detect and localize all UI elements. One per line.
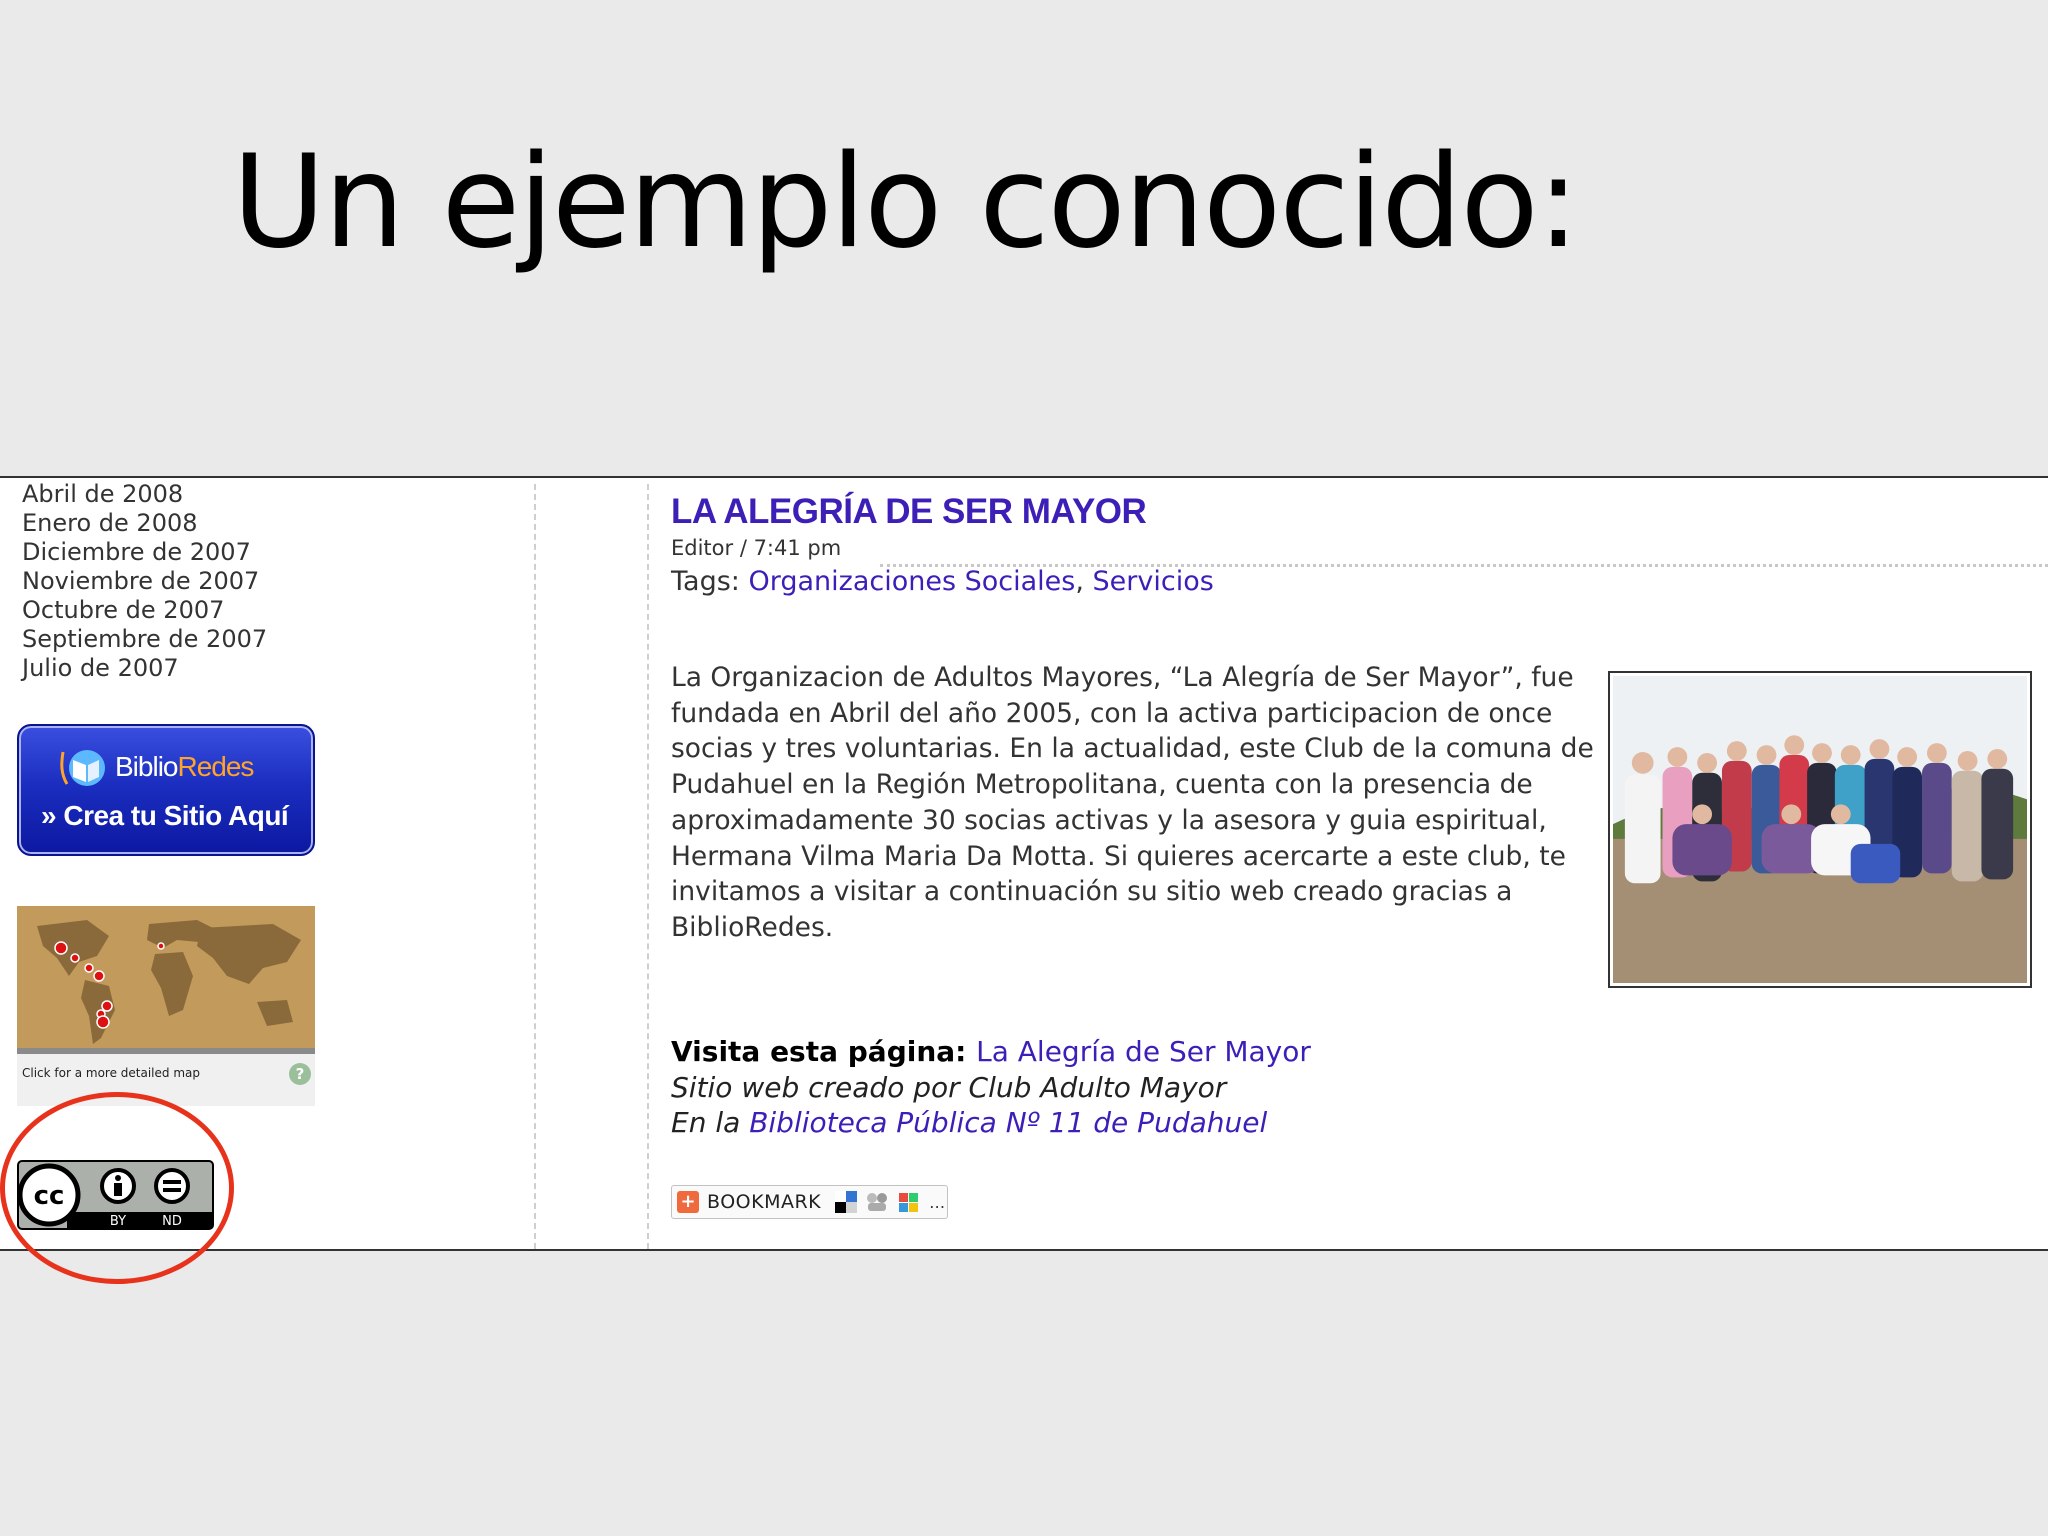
website-screenshot: Abril de 2008 Enero de 2008 Diciembre de… [0,476,2048,1251]
archive-link[interactable]: Abril de 2008 [22,480,267,509]
highlight-circle-annotation [0,1092,234,1284]
visitor-map-widget[interactable]: Click for a more detailed map ? [17,906,315,1106]
library-line: En la Biblioteca Pública Nº 11 de Pudahu… [671,1105,1311,1141]
bookmark-label: BOOKMARK [707,1191,822,1213]
biblioredes-banner[interactable]: BiblioRedes » Crea tu Sitio Aquí [17,724,315,856]
archive-list: Abril de 2008 Enero de 2008 Diciembre de… [22,480,267,683]
archive-link[interactable]: Diciembre de 2007 [22,538,267,567]
help-icon[interactable]: ? [289,1063,311,1085]
biblioredes-name: BiblioRedes [115,751,254,782]
tags-label: Tags: [671,566,749,597]
create-site-link: » Crea tu Sitio Aquí [41,800,289,831]
post-body: La Organizacion de Adultos Mayores, “La … [671,662,1594,943]
archive-link[interactable]: Octubre de 2007 [22,596,267,625]
archive-link[interactable]: Enero de 2008 [22,509,267,538]
group-photo-image [1613,676,2027,983]
visit-line: Visita esta página: La Alegría de Ser Ma… [671,1034,1311,1070]
visit-block: Visita esta página: La Alegría de Ser Ma… [671,1034,1311,1141]
created-by-line: Sitio web creado por Club Adulto Mayor [671,1070,1227,1104]
social-icons: … [835,1191,945,1213]
library-link[interactable]: Biblioteca Pública Nº 11 de Pudahuel [749,1106,1267,1139]
tag-link[interactable]: Servicios [1093,566,1214,597]
visit-site-link[interactable]: La Alegría de Ser Mayor [976,1035,1311,1068]
more-ellipsis: … [929,1192,946,1212]
archive-link[interactable]: Noviembre de 2007 [22,567,267,596]
column-divider [534,484,536,1249]
library-prefix: En la [671,1106,750,1139]
visit-label: Visita esta página: [671,1035,977,1068]
windows-live-icon [899,1193,919,1212]
book-icon [60,750,105,786]
post-meta: Editor / 7:41 pm [671,536,842,560]
archive-link[interactable]: Septiembre de 2007 [22,625,267,654]
biblioredes-logo: BiblioRedes [59,744,254,790]
map-caption: Click for a more detailed map [22,1066,200,1080]
delicious-icon [835,1191,858,1213]
bookmark-button[interactable]: + BOOKMARK … [671,1185,948,1219]
group-photo [1608,671,2032,988]
post-title[interactable]: LA ALEGRÍA DE SER MAYOR [671,492,1147,532]
tags-separator: , [1075,566,1093,597]
post-tags: Tags: Organizaciones Sociales, Servicios [671,566,1214,597]
column-divider [647,484,649,1249]
world-map-image [17,906,315,1054]
digg-icon [867,1193,888,1211]
tag-link[interactable]: Organizaciones Sociales [748,566,1075,597]
plus-icon: + [677,1191,699,1213]
archive-link[interactable]: Julio de 2007 [22,654,267,683]
slide-title: Un ejemplo conocido: [232,128,1580,277]
